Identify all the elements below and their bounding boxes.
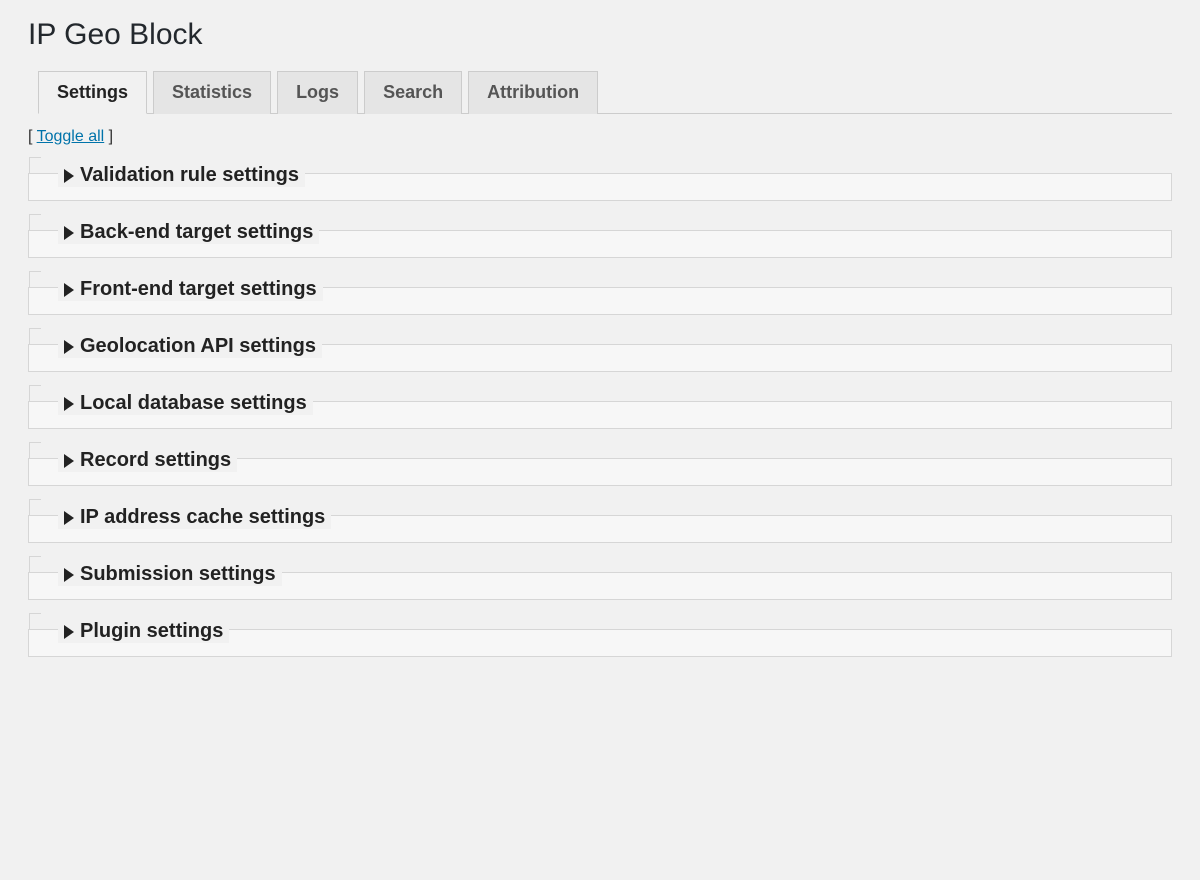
expand-icon [64,169,74,183]
section-header-backend-target[interactable]: Back-end target settings [58,221,319,244]
toggle-all-link[interactable]: Toggle all [37,128,105,145]
section-header-record[interactable]: Record settings [58,449,237,472]
section-header-plugin[interactable]: Plugin settings [58,620,229,643]
page-title: IP Geo Block [28,18,1172,52]
tab-logs[interactable]: Logs [277,71,358,114]
section-header-ip-cache[interactable]: IP address cache settings [58,506,331,529]
section-header-frontend-target[interactable]: Front-end target settings [58,278,323,301]
expand-icon [64,511,74,525]
expand-icon [64,340,74,354]
expand-icon [64,454,74,468]
section-local-database: Local database settings [28,392,1172,429]
tab-statistics[interactable]: Statistics [153,71,271,114]
section-header-local-database[interactable]: Local database settings [58,392,313,415]
tab-search[interactable]: Search [364,71,462,114]
tab-settings[interactable]: Settings [38,71,147,114]
expand-icon [64,625,74,639]
tab-attribution[interactable]: Attribution [468,71,598,114]
section-ip-cache: IP address cache settings [28,506,1172,543]
expand-icon [64,568,74,582]
section-title: Validation rule settings [80,164,299,187]
expand-icon [64,283,74,297]
section-geolocation-api: Geolocation API settings [28,335,1172,372]
tab-row: Settings Statistics Logs Search Attribut… [38,70,1172,114]
section-plugin: Plugin settings [28,620,1172,657]
section-title: Back-end target settings [80,221,313,244]
section-record: Record settings [28,449,1172,486]
section-header-validation-rule[interactable]: Validation rule settings [58,164,305,187]
section-frontend-target: Front-end target settings [28,278,1172,315]
section-title: Geolocation API settings [80,335,316,358]
section-header-submission[interactable]: Submission settings [58,563,282,586]
section-title: Plugin settings [80,620,223,643]
bracket-close: ] [104,128,113,145]
section-validation-rule: Validation rule settings [28,164,1172,201]
section-submission: Submission settings [28,563,1172,600]
section-title: IP address cache settings [80,506,325,529]
expand-icon [64,226,74,240]
section-backend-target: Back-end target settings [28,221,1172,258]
expand-icon [64,397,74,411]
bracket-open: [ [28,128,37,145]
section-header-geolocation-api[interactable]: Geolocation API settings [58,335,322,358]
section-title: Front-end target settings [80,278,317,301]
toggle-all-row: [ Toggle all ] [28,128,1172,146]
section-title: Local database settings [80,392,307,415]
section-title: Submission settings [80,563,276,586]
section-title: Record settings [80,449,231,472]
